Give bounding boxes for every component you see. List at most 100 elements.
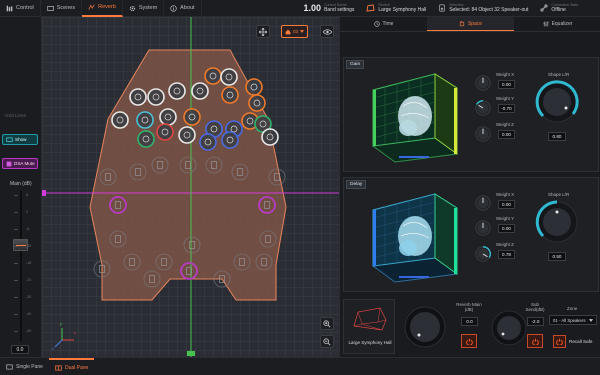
audio-object[interactable]	[204, 67, 222, 85]
nav-system[interactable]: System	[123, 0, 165, 17]
audio-object[interactable]	[220, 68, 238, 86]
gain-weight-z-value[interactable]: 0.00	[498, 130, 515, 139]
nav-system-label: System	[138, 5, 158, 11]
visibility-button[interactable]	[320, 25, 334, 38]
move-button[interactable]	[256, 25, 270, 38]
audio-object[interactable]	[178, 126, 196, 144]
delay-weight-z-label: Weight Z	[496, 242, 514, 247]
audio-object[interactable]	[248, 94, 266, 112]
room-preview[interactable]: Large Symphony Hall	[343, 299, 395, 354]
spatial-canvas[interactable]: x y z 03	[42, 17, 339, 357]
zone-select-value: 01 - All Speakers	[553, 317, 586, 323]
delay-weight-z-value[interactable]: 0.78	[498, 250, 515, 259]
tab-equalizer[interactable]: Equalizer	[514, 17, 600, 31]
nav-about[interactable]: About	[164, 0, 202, 17]
delay-weight-x-value[interactable]: 0.00	[498, 200, 515, 209]
delay-shape-value[interactable]: 0.50	[548, 252, 566, 261]
tab-time[interactable]: Time	[340, 17, 427, 31]
audio-object[interactable]	[191, 82, 209, 100]
link-icon	[540, 4, 549, 12]
room-icon	[366, 4, 375, 12]
zone-count-value: 03	[292, 29, 299, 34]
fader-scale-mark: -40	[26, 312, 32, 316]
delay-weight-y-value[interactable]: 0.00	[498, 224, 515, 233]
delay-shape-label: Shape L/R	[548, 192, 570, 197]
equalizer-icon	[543, 21, 548, 27]
fader-scale-tick	[14, 280, 18, 281]
audio-object[interactable]	[129, 88, 147, 106]
sub-send-power-button[interactable]	[527, 334, 543, 348]
reverb-main-knob[interactable]	[403, 305, 447, 349]
gain-weight-y-knob[interactable]	[474, 99, 492, 117]
audio-object[interactable]	[168, 82, 186, 100]
delay-weight-y-knob[interactable]	[474, 219, 492, 237]
audio-object[interactable]	[261, 128, 279, 146]
scene-status[interactable]: 1.00 Current Scene Band settings	[298, 0, 361, 17]
audio-object[interactable]	[147, 88, 165, 106]
fader-scale-mark: -60	[26, 329, 32, 333]
nav-control[interactable]: Control	[0, 0, 41, 17]
room-name: Large Symphony Hall	[348, 340, 392, 345]
main-fader-track[interactable]	[20, 191, 22, 341]
sub-send-knob[interactable]	[490, 309, 528, 347]
delay-weight-z-knob[interactable]	[474, 245, 492, 263]
display-icon	[6, 137, 13, 142]
audio-object[interactable]	[199, 133, 217, 151]
tab-single-pane[interactable]: Single Pane	[0, 358, 49, 375]
delay-shape-knob[interactable]	[535, 200, 579, 244]
sub-send-label: Sub Send(dB)	[525, 302, 545, 312]
space-icon	[459, 20, 465, 26]
audio-object[interactable]	[137, 130, 155, 148]
gain-weight-x-knob[interactable]	[474, 74, 492, 92]
axis-gizmo	[54, 328, 74, 348]
nav-reverb[interactable]: Reverb	[82, 0, 123, 17]
audio-object[interactable]	[245, 78, 263, 96]
fader-scale-mark: -24	[26, 278, 32, 282]
tab-dual-pane[interactable]: Dual Pane	[48, 357, 95, 375]
fader-scale-mark: -6	[26, 227, 30, 231]
audio-object[interactable]	[156, 123, 174, 141]
fader-scale-tick	[14, 314, 18, 315]
connection-status[interactable]: Connection State Offline	[534, 0, 584, 17]
audio-object[interactable]	[111, 111, 129, 129]
bottom-bar: Single Pane Dual Pane	[0, 357, 600, 375]
gain-weight-x-value[interactable]: 0.00	[498, 80, 515, 89]
reverb-status[interactable]: Reverb Large Symphony Hall	[360, 0, 432, 17]
gain-head-visualization[interactable]	[363, 68, 461, 164]
audio-object[interactable]	[221, 86, 239, 104]
zoom-in-button[interactable]	[320, 317, 334, 330]
delay-weight-x-knob[interactable]	[474, 194, 492, 212]
gain-weight-z-knob[interactable]	[474, 125, 492, 143]
audio-object[interactable]	[183, 108, 201, 126]
show-button[interactable]: Show	[2, 134, 38, 145]
vertical-guide-handle[interactable]	[187, 351, 195, 356]
horizontal-guide-handle-left[interactable]	[42, 190, 46, 196]
recall-safe-button[interactable]: Recall Safe	[553, 335, 597, 348]
grid-lines-button[interactable]: Grid Lines	[2, 110, 38, 121]
selection-value: Selected: 84 Object 32 Speaker-out	[449, 7, 529, 13]
nav-reverb-label: Reverb	[98, 4, 116, 10]
nav-scenes[interactable]: Scenes	[41, 0, 83, 17]
gain-shape-knob[interactable]	[535, 80, 579, 124]
zone-select[interactable]: 01 - All Speakers	[549, 315, 597, 325]
gain-weight-y-value[interactable]: -0.70	[498, 104, 515, 113]
audio-object[interactable]	[159, 108, 177, 126]
sub-send-value[interactable]: -2.0	[527, 317, 544, 326]
zone-label: Zone	[567, 306, 578, 311]
dsa-mute-button[interactable]: DSA Mute	[2, 158, 38, 169]
reverb-main-value[interactable]: 0.0	[461, 317, 478, 326]
nav-control-label: Control	[16, 5, 34, 11]
selection-status[interactable]: Selection Selected: 84 Object 32 Speaker…	[432, 0, 534, 17]
main-value-box[interactable]: 0.0	[11, 345, 29, 354]
gain-section: Gain Weight X 0.00 Weight Y -0.70 Weight…	[343, 57, 599, 172]
tab-space[interactable]: Space	[427, 17, 514, 31]
reverb-main-power-button[interactable]	[461, 334, 477, 348]
audio-object[interactable]	[136, 111, 154, 129]
fader-scale-tick	[14, 229, 18, 230]
zoom-out-button[interactable]	[320, 335, 334, 348]
gain-shape-value[interactable]: 0.80	[548, 132, 566, 141]
nav-scenes-label: Scenes	[56, 5, 76, 11]
audio-object[interactable]	[221, 131, 239, 149]
zone-count-select[interactable]: 03	[281, 25, 308, 38]
delay-head-visualization[interactable]	[363, 188, 461, 284]
